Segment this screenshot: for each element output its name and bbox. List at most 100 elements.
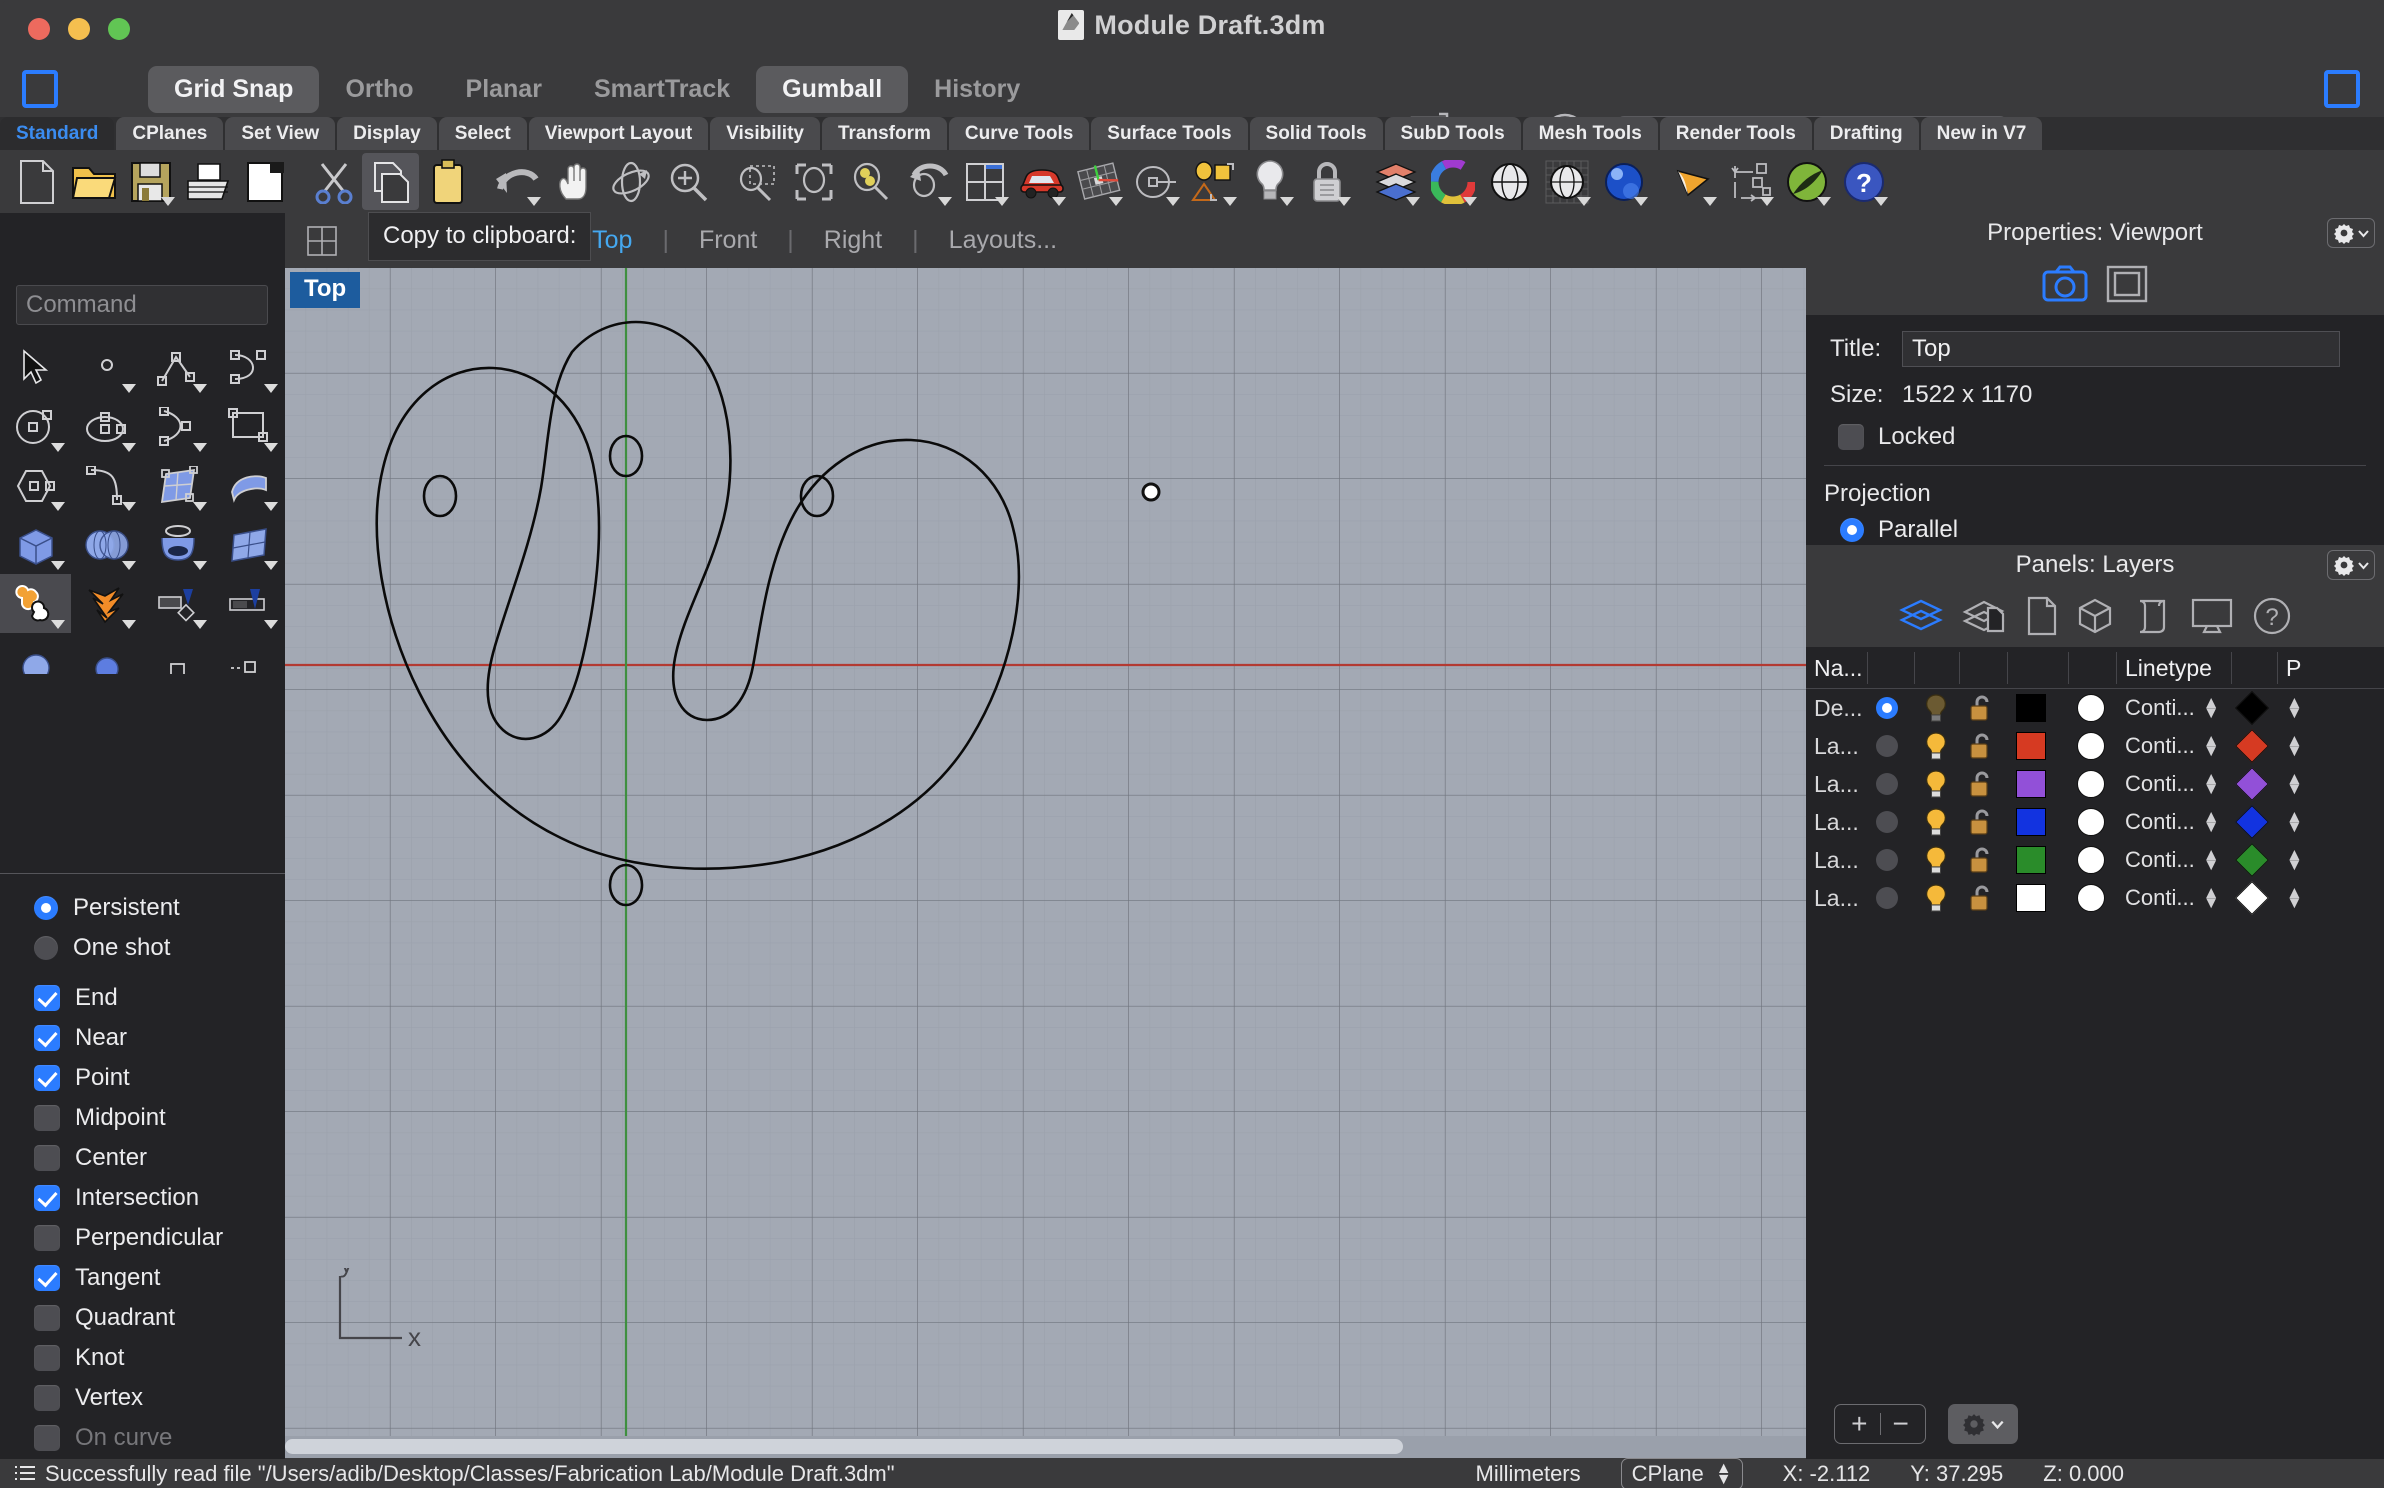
layer-name[interactable]: La... xyxy=(1806,765,1868,803)
viewport-horizontal-scrollbar[interactable] xyxy=(285,1436,1806,1458)
stepper-chevrons-icon[interactable]: ▲▼ xyxy=(2203,808,2220,835)
viewport-canvas[interactable] xyxy=(285,268,1806,1436)
tab-display[interactable]: Display xyxy=(337,117,437,150)
material-sphere-icon[interactable] xyxy=(2077,732,2105,760)
layer-options-button[interactable] xyxy=(1948,1404,2018,1444)
spotlight-cone-icon[interactable] xyxy=(1664,153,1721,210)
viewport-quad-icon[interactable] xyxy=(307,226,337,256)
box-icon[interactable] xyxy=(0,515,71,574)
layer-material[interactable] xyxy=(2069,765,2117,803)
stepper-chevrons-icon[interactable]: ▲▼ xyxy=(2203,884,2220,911)
select-arrow-icon[interactable] xyxy=(0,338,71,397)
arc-icon[interactable] xyxy=(142,397,213,456)
print-icon[interactable] xyxy=(179,153,236,210)
column-material[interactable] xyxy=(2069,651,2117,684)
viewport-tab-layouts[interactable]: Layouts... xyxy=(919,226,1087,255)
viewport-title-input[interactable]: Top xyxy=(1902,331,2340,367)
add-layer-button[interactable]: + xyxy=(1851,1408,1867,1440)
tab-viewport-layout[interactable]: Viewport Layout xyxy=(528,117,709,150)
stepper-chevrons-icon[interactable]: ▲▼ xyxy=(1716,1460,1732,1487)
radio-current-layer[interactable] xyxy=(1876,773,1898,795)
explode-icon[interactable] xyxy=(71,574,142,633)
material-sphere-icon[interactable] xyxy=(2077,808,2105,836)
checkbox-knot[interactable] xyxy=(34,1345,60,1371)
column-current[interactable] xyxy=(1868,651,1915,684)
osnap-midpoint[interactable]: Midpoint xyxy=(34,1098,285,1138)
layer-print-color[interactable] xyxy=(2232,803,2278,841)
surface-sweep-icon[interactable] xyxy=(213,456,284,515)
osnap-mode-one-shot[interactable]: One shot xyxy=(34,928,285,968)
layer-lock-toggle[interactable] xyxy=(1960,765,2008,803)
tab-new-in-v7[interactable]: New in V7 xyxy=(1920,117,2043,150)
checkbox-quadrant[interactable] xyxy=(34,1305,60,1331)
ellipse-icon[interactable] xyxy=(71,397,142,456)
open-folder-icon[interactable] xyxy=(65,153,122,210)
color-swatch[interactable] xyxy=(2016,732,2046,760)
toggle-right-panel-button[interactable] xyxy=(2324,70,2360,108)
tab-mesh-tools[interactable]: Mesh Tools xyxy=(1522,117,1658,150)
copy-icon[interactable] xyxy=(362,153,419,210)
checkbox-midpoint[interactable] xyxy=(34,1105,60,1131)
layer-current-radio[interactable] xyxy=(1868,727,1915,765)
layer-print-color[interactable] xyxy=(2232,689,2278,727)
shaded-sphere-icon[interactable] xyxy=(1481,153,1538,210)
print-color-diamond[interactable] xyxy=(2235,729,2269,763)
osnap-end[interactable]: End xyxy=(34,978,285,1018)
layer-color-swatch[interactable] xyxy=(2008,689,2069,727)
radio-current-layer[interactable] xyxy=(1876,735,1898,757)
column-lock[interactable] xyxy=(1960,651,2008,684)
layers-stack-icon[interactable] xyxy=(1367,153,1424,210)
material-sphere-icon[interactable] xyxy=(2077,846,2105,874)
layer-row[interactable]: La... Conti... ▲ ▼ ▲ ▼ xyxy=(1806,765,2384,803)
osnap-intersection[interactable]: Intersection xyxy=(34,1178,285,1218)
print-color-diamond[interactable] xyxy=(2235,767,2269,801)
command-input[interactable]: Command xyxy=(16,285,268,325)
dimension-icon[interactable] xyxy=(1721,153,1778,210)
toggle-left-panel-button[interactable] xyxy=(22,70,58,108)
layer-row[interactable]: La... Conti... ▲ ▼ ▲ ▼ xyxy=(1806,841,2384,879)
cut-scissors-icon[interactable] xyxy=(305,153,362,210)
layer-shapes-icon[interactable] xyxy=(1184,153,1241,210)
tab-subd-tools[interactable]: SubD Tools xyxy=(1384,117,1521,150)
partial-tool-2-icon[interactable] xyxy=(71,633,142,692)
cplane-dropdown[interactable]: CPlane ▲ ▼ xyxy=(1620,1457,1743,1488)
column-visibility[interactable] xyxy=(1915,651,1960,684)
layer-lock-toggle[interactable] xyxy=(1960,879,2008,917)
print-color-diamond[interactable] xyxy=(2235,843,2269,877)
tab-visibility[interactable]: Visibility xyxy=(710,117,820,150)
torus-revolve-icon[interactable] xyxy=(142,515,213,574)
scroll-icon[interactable] xyxy=(2132,596,2172,636)
layer-name[interactable]: La... xyxy=(1806,841,1868,879)
layer-lock-toggle[interactable] xyxy=(1960,803,2008,841)
osnap-center[interactable]: Center xyxy=(34,1138,285,1178)
layer-visibility-toggle[interactable] xyxy=(1915,727,1960,765)
tab-set-view[interactable]: Set View xyxy=(225,117,336,150)
stepper-chevrons-icon[interactable]: ▲▼ xyxy=(2203,770,2220,797)
layer-current-radio[interactable] xyxy=(1868,689,1915,727)
surface-patch-icon[interactable] xyxy=(142,456,213,515)
layer-linetype[interactable]: Conti... ▲ ▼ xyxy=(2117,879,2232,917)
partial-tool-3-icon[interactable] xyxy=(142,633,213,692)
tab-curve-tools[interactable]: Curve Tools xyxy=(948,117,1090,150)
layer-material[interactable] xyxy=(2069,689,2117,727)
layer-material[interactable] xyxy=(2069,879,2117,917)
layer-color-swatch[interactable] xyxy=(2008,803,2069,841)
layer-visibility-toggle[interactable] xyxy=(1915,879,1960,917)
tab-transform[interactable]: Transform xyxy=(821,117,947,150)
stepper-chevrons-icon[interactable]: ▲▼ xyxy=(2203,694,2220,721)
radio-current-layer[interactable] xyxy=(1876,849,1898,871)
layer-name[interactable]: La... xyxy=(1806,803,1868,841)
display-icon[interactable] xyxy=(2190,596,2234,636)
locked-row[interactable]: Locked xyxy=(1830,423,2384,451)
layer-linetype[interactable]: Conti... ▲ ▼ xyxy=(2117,727,2232,765)
zoom-in-icon[interactable] xyxy=(659,153,716,210)
osnap-mode-persistent[interactable]: Persistent xyxy=(34,888,285,928)
color-swatch[interactable] xyxy=(2016,694,2046,722)
curve-interp-icon[interactable] xyxy=(213,338,284,397)
print-color-diamond[interactable] xyxy=(2235,881,2269,915)
save-icon[interactable] xyxy=(122,153,179,210)
layers-icon[interactable] xyxy=(1898,596,1944,636)
osnap-near[interactable]: Near xyxy=(34,1018,285,1058)
boolean-union-icon[interactable] xyxy=(0,574,71,633)
circle-icon[interactable] xyxy=(0,397,71,456)
